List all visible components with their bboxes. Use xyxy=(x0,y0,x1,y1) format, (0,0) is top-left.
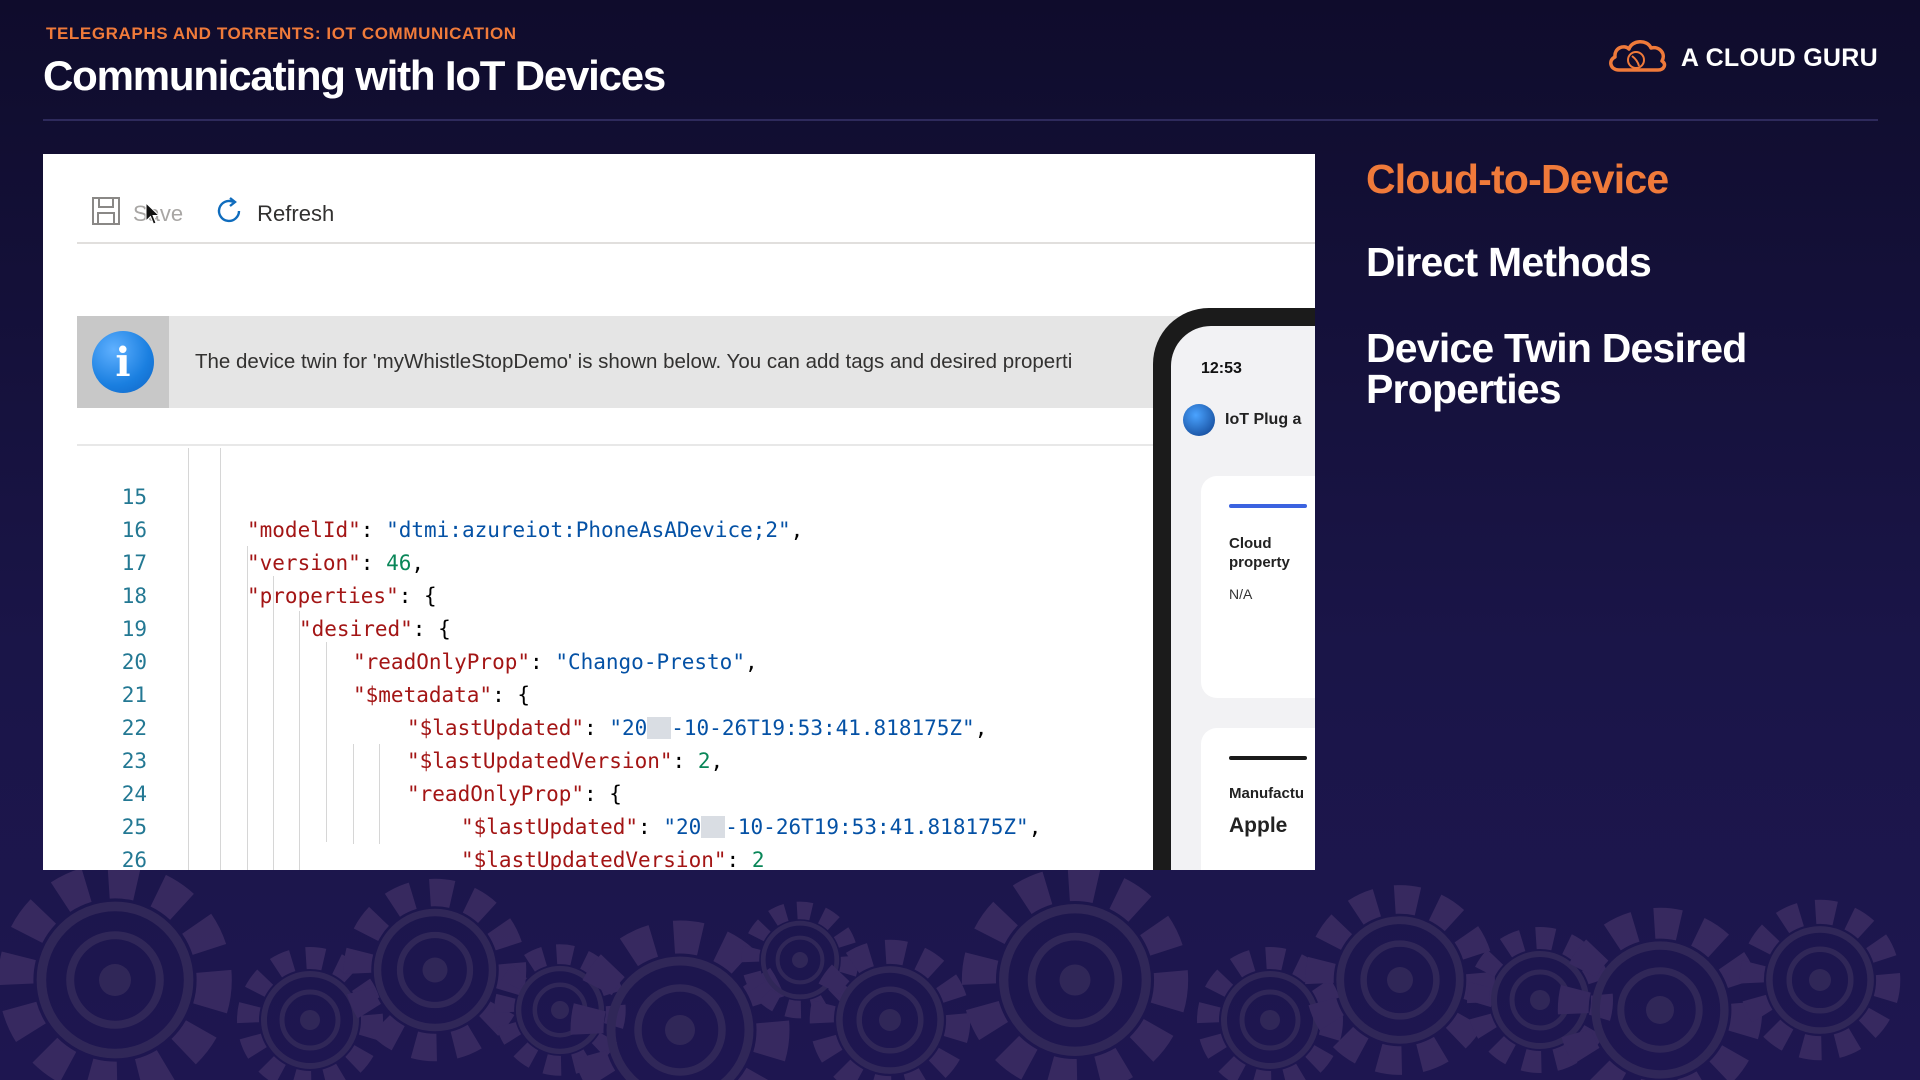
app-name: IoT Plug a xyxy=(1225,411,1302,428)
code-line: 24 "$lastUpdated": "20 -10-26T19:53:41.81… xyxy=(77,745,1315,839)
gear-pattern-decoration xyxy=(0,860,1920,1080)
code-line: 22 "$lastUpdatedVersion": 2, xyxy=(77,679,1315,773)
card-label: Manufactu xyxy=(1229,785,1304,802)
code-line: 26 } xyxy=(77,811,1315,870)
section-eyebrow: TELEGRAPHS AND TORRENTS: IOT COMMUNICATI… xyxy=(46,24,517,43)
phone-app-header: IoT Plug a xyxy=(1183,404,1301,436)
refresh-icon xyxy=(213,195,245,233)
save-button[interactable]: Save xyxy=(91,196,183,232)
app-icon xyxy=(1183,404,1215,436)
slide-title: Communicating with IoT Devices xyxy=(43,52,666,99)
card-value: Apple xyxy=(1229,814,1288,837)
toolbar-divider xyxy=(77,242,1315,244)
card-label: Cloud xyxy=(1229,535,1272,552)
topic-cloud-to-device: Cloud-to-Device xyxy=(1366,156,1669,202)
cloud-property-card[interactable]: Cloud property N/A xyxy=(1201,476,1315,698)
phone-screen: 12:53 IoT Plug a Cloud property N/A Manu… xyxy=(1171,326,1315,870)
code-line: 18 "desired": { xyxy=(77,547,1315,641)
brand-logo: A CLOUD GURU xyxy=(1605,38,1878,78)
refresh-button[interactable]: Refresh xyxy=(213,195,334,233)
device-twin-screenshot: Save Refresh i The device twin for 'myWh… xyxy=(43,154,1315,870)
json-code-editor[interactable]: 15 "modelId": "dtmi:azureiot:PhoneAsADev… xyxy=(77,444,1315,870)
code-line: 20 "$metadata": { xyxy=(77,613,1315,707)
topic-device-twin-line1: Device Twin Desired xyxy=(1366,325,1747,371)
cloud-logo-icon xyxy=(1605,36,1669,81)
code-line: 23 "readOnlyProp": { xyxy=(77,712,1315,806)
save-icon xyxy=(91,196,121,232)
code-line: 25 "$lastUpdatedVersion": 2 xyxy=(77,778,1315,870)
code-line: 27 }, xyxy=(77,844,1315,870)
mouse-cursor-icon xyxy=(145,201,161,231)
refresh-label: Refresh xyxy=(257,201,335,226)
info-banner: i The device twin for 'myWhistleStopDemo… xyxy=(77,316,1315,408)
topic-direct-methods: Direct Methods xyxy=(1366,239,1652,285)
card-accent-bar xyxy=(1229,756,1307,760)
card-value: N/A xyxy=(1229,586,1253,602)
brand-name: A CLOUD GURU xyxy=(1680,43,1878,72)
info-message: The device twin for 'myWhistleStopDemo' … xyxy=(195,350,1073,373)
info-icon-box: i xyxy=(77,316,169,408)
code-line: 15 "modelId": "dtmi:azureiot:PhoneAsADev… xyxy=(77,448,1315,542)
phone-mockup: 12:53 IoT Plug a Cloud property N/A Manu… xyxy=(1153,308,1315,870)
toolbar: Save Refresh xyxy=(91,194,364,234)
manufacturer-card[interactable]: Manufactu Apple xyxy=(1201,728,1315,870)
phone-clock: 12:53 xyxy=(1201,360,1242,377)
code-line: 19 "readOnlyProp": "Chango-Presto", xyxy=(77,580,1315,674)
card-label: property xyxy=(1229,554,1290,571)
code-line: 16 "version": 46, xyxy=(77,481,1315,575)
info-icon: i xyxy=(92,331,154,393)
code-line: 21 "$lastUpdated": "20 -10-26T19:53:41.81… xyxy=(77,646,1315,740)
header-divider xyxy=(43,119,1878,121)
code-line: 17 "properties": { xyxy=(77,514,1315,608)
card-accent-bar xyxy=(1229,504,1307,508)
topic-device-twin-line2: Properties xyxy=(1366,366,1562,412)
